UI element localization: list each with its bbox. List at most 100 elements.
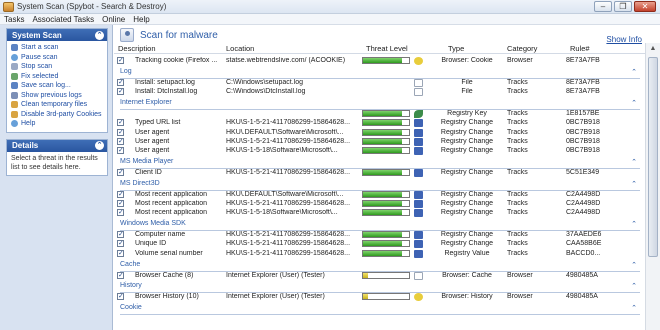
table-row[interactable]: ✓ Most recent application HKU\S-1-5-18\Sof… bbox=[114, 209, 645, 218]
threat-level-bar bbox=[362, 128, 410, 136]
collapse-icon[interactable]: ⌃ bbox=[95, 141, 104, 150]
threat-level-fill bbox=[363, 241, 403, 247]
group-header[interactable]: Windows Media SDK bbox=[120, 220, 186, 229]
row-checkbox[interactable]: ✓ bbox=[117, 293, 124, 301]
registry-icon bbox=[414, 190, 423, 199]
row-checkbox[interactable]: ✓ bbox=[117, 119, 124, 127]
threat-level-bar bbox=[362, 57, 410, 64]
column-rule[interactable]: Rule# bbox=[570, 44, 590, 53]
chevron-up-icon[interactable]: ⌃ bbox=[631, 261, 637, 269]
table-row[interactable]: ✓ Most recent application HKU\.DEFAULT\Sof… bbox=[114, 190, 645, 200]
minimize-button[interactable]: – bbox=[594, 1, 612, 12]
table-row[interactable]: ✓ Client ID HKU\S-1-5-21-4117086299-158646… bbox=[114, 168, 645, 178]
table-row[interactable]: ✓ Browser History (10) Internet Explorer (… bbox=[114, 293, 645, 302]
show-previous-logs-link[interactable]: Show previous logs bbox=[11, 91, 104, 101]
threat-level-fill bbox=[363, 110, 403, 116]
help-icon bbox=[11, 120, 18, 128]
row-checkbox[interactable]: ✓ bbox=[117, 168, 124, 176]
table-row[interactable]: ✓ User agent HKU\S-1-5-21-4117086299-15864… bbox=[114, 137, 645, 147]
row-type: Registry Value bbox=[444, 249, 490, 257]
table-row[interactable]: ✓ Browser Cache (8) Internet Explorer (Use… bbox=[114, 271, 645, 281]
group-header[interactable]: Internet Explorer bbox=[120, 99, 172, 108]
menu-tasks[interactable]: Tasks bbox=[0, 15, 28, 24]
column-threat-level[interactable]: Threat Level bbox=[366, 44, 408, 53]
row-type: Registry Change bbox=[440, 137, 494, 145]
table-row[interactable]: ✓ Most recent application HKU\S-1-5-21-411… bbox=[114, 200, 645, 209]
row-checkbox[interactable]: ✓ bbox=[117, 190, 124, 198]
table-row[interactable]: Registry Key Tracks 1E8157BE bbox=[114, 109, 645, 119]
group-header[interactable]: Log bbox=[120, 68, 132, 77]
row-checkbox[interactable]: ✓ bbox=[117, 78, 124, 86]
help-link[interactable]: Help bbox=[11, 119, 104, 129]
table-row[interactable]: ✓ User agent HKU\S-1-5-18\Software\Microso… bbox=[114, 147, 645, 156]
vertical-scrollbar[interactable]: ▲ bbox=[645, 43, 660, 330]
group-header[interactable]: Cache bbox=[120, 261, 140, 270]
clean-temp-files-link[interactable]: Clean temporary files bbox=[11, 100, 104, 110]
group-header[interactable]: MS Media Player bbox=[120, 158, 173, 167]
row-rule: 0BC7B918 bbox=[566, 137, 600, 145]
row-checkbox[interactable]: ✓ bbox=[117, 147, 124, 155]
table-row[interactable]: ✓ User agent HKU\.DEFAULT\Software\Microso… bbox=[114, 128, 645, 138]
group-header[interactable]: Cookie bbox=[120, 304, 142, 313]
table-row[interactable]: ✓ Typed URL list HKU\S-1-5-21-4117086299-1… bbox=[114, 119, 645, 128]
chevron-up-icon[interactable]: ⌃ bbox=[631, 158, 637, 166]
row-checkbox[interactable]: ✓ bbox=[117, 128, 124, 136]
table-row[interactable]: ✓ Install: setupact.log C:\Windows\setupac… bbox=[114, 78, 645, 88]
stop-scan-link[interactable]: Stop scan bbox=[11, 62, 104, 72]
row-checkbox[interactable]: ✓ bbox=[117, 88, 124, 96]
collapse-icon[interactable]: ⌃ bbox=[95, 30, 104, 40]
pause-scan-link[interactable]: Pause scan bbox=[11, 53, 104, 63]
threat-level-bar bbox=[362, 200, 410, 207]
column-category[interactable]: Category bbox=[507, 44, 537, 53]
table-row[interactable]: ✓ Tracking cookie (Firefox ... statse.webt… bbox=[114, 57, 645, 66]
column-type[interactable]: Type bbox=[448, 44, 464, 53]
save-scan-log-label: Save scan log... bbox=[21, 82, 71, 90]
chevron-up-icon[interactable]: ⌃ bbox=[631, 220, 637, 228]
chevron-up-icon[interactable]: ⌃ bbox=[631, 282, 637, 290]
row-checkbox[interactable]: ✓ bbox=[117, 200, 124, 207]
cookie-icon bbox=[414, 57, 423, 65]
chevron-up-icon[interactable]: ⌃ bbox=[631, 304, 637, 312]
row-checkbox[interactable]: ✓ bbox=[117, 137, 124, 145]
table-row[interactable]: ✓ Volume serial number HKU\S-1-5-21-411708… bbox=[114, 249, 645, 259]
row-checkbox[interactable]: ✓ bbox=[117, 231, 124, 239]
row-location: Internet Explorer (User) (Tester) bbox=[226, 293, 325, 301]
table-row[interactable]: ✓ Install: DtcInstall.log C:\Windows\DtcIn… bbox=[114, 88, 645, 97]
menu-online[interactable]: Online bbox=[98, 15, 129, 24]
row-checkbox[interactable]: ✓ bbox=[117, 57, 124, 64]
row-checkbox[interactable]: ✓ bbox=[117, 209, 124, 217]
title-bar: System Scan (Spybot - Search & Destroy) … bbox=[0, 0, 660, 14]
row-rule: C2A4498D bbox=[566, 209, 601, 217]
chevron-up-icon[interactable]: ⌃ bbox=[631, 68, 637, 76]
menu-associated-tasks[interactable]: Associated Tasks bbox=[28, 15, 98, 24]
system-scan-panel-header[interactable]: System Scan ⌃ bbox=[7, 29, 107, 41]
fix-selected-link[interactable]: Fix selected bbox=[11, 72, 104, 82]
save-scan-log-link[interactable]: Save scan log... bbox=[11, 81, 104, 91]
maximize-button[interactable]: ❐ bbox=[614, 1, 632, 12]
table-row[interactable]: ✓ Computer name HKU\S-1-5-21-4117086299-15… bbox=[114, 231, 645, 240]
row-rule: 0BC7B918 bbox=[566, 147, 600, 155]
column-description[interactable]: Description bbox=[118, 44, 156, 53]
row-type: Registry Change bbox=[440, 168, 494, 176]
start-scan-link[interactable]: Start a scan bbox=[11, 43, 104, 53]
row-category: Tracks bbox=[507, 128, 528, 136]
table-row[interactable]: ✓ Unique ID HKU\S-1-5-21-4117086299-158646… bbox=[114, 240, 645, 249]
chevron-up-icon[interactable]: ⌃ bbox=[631, 180, 637, 188]
menu-help[interactable]: Help bbox=[129, 15, 153, 24]
disable-cookies-link[interactable]: Disable 3rd-party Cookies bbox=[11, 110, 104, 120]
row-checkbox[interactable]: ✓ bbox=[117, 249, 124, 257]
close-button[interactable]: ✕ bbox=[634, 1, 656, 12]
row-checkbox[interactable]: ✓ bbox=[117, 271, 124, 279]
column-location[interactable]: Location bbox=[226, 44, 254, 53]
group-header[interactable]: History bbox=[120, 282, 142, 291]
row-location: C:\Windows\setupact.log bbox=[226, 78, 304, 86]
row-checkbox[interactable]: ✓ bbox=[117, 240, 124, 248]
scroll-thumb[interactable] bbox=[648, 57, 658, 257]
row-location: HKU\S-1-5-21-4117086299-15864628... bbox=[226, 231, 351, 239]
window-title: System Scan (Spybot - Search & Destroy) bbox=[17, 2, 167, 11]
scroll-up-icon[interactable]: ▲ bbox=[646, 43, 660, 55]
details-panel-header[interactable]: Details ⌃ bbox=[7, 139, 107, 152]
row-description: Browser Cache (8) bbox=[135, 271, 194, 279]
group-header[interactable]: MS Direct3D bbox=[120, 180, 160, 189]
chevron-up-icon[interactable]: ⌃ bbox=[631, 99, 637, 107]
